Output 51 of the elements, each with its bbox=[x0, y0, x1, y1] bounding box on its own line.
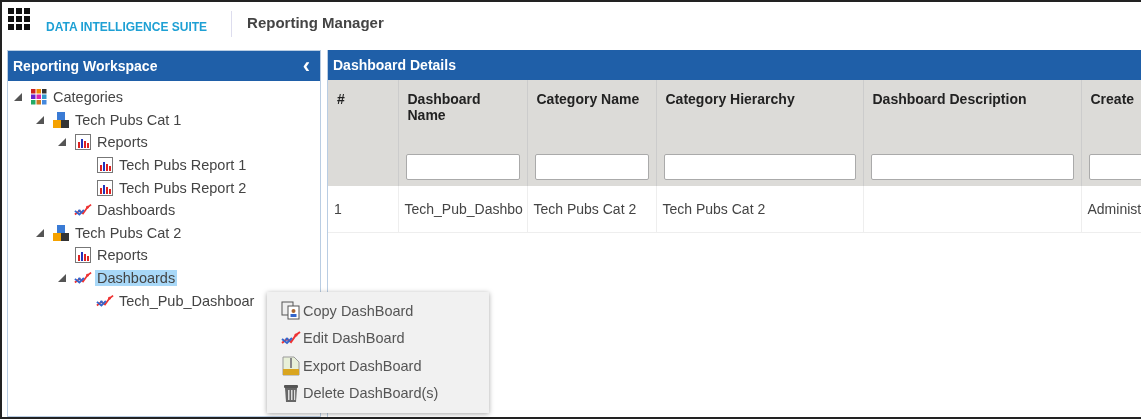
zip-file-icon bbox=[281, 355, 301, 376]
copy-icon bbox=[281, 300, 301, 321]
column-header[interactable]: Create bbox=[1081, 80, 1141, 148]
tree-item[interactable]: Dashboards bbox=[95, 270, 178, 287]
filter-field[interactable] bbox=[405, 154, 520, 180]
tree-item[interactable]: Tech Pubs Report 2 bbox=[117, 179, 249, 196]
tree-item[interactable]: Dashboards bbox=[95, 202, 178, 219]
app-grid-icon[interactable] bbox=[8, 8, 30, 30]
tree-item[interactable]: Reports bbox=[95, 247, 150, 264]
table-cell: Tech Pubs Cat 2 bbox=[533, 201, 637, 217]
table-cell: Tech Pubs Cat 2 bbox=[662, 201, 766, 217]
color-grid-icon bbox=[30, 88, 48, 107]
trash-icon bbox=[281, 383, 301, 404]
blocks-icon bbox=[52, 223, 70, 242]
column-header[interactable]: Dashboard Description bbox=[863, 80, 1081, 148]
column-header[interactable]: # bbox=[328, 80, 398, 148]
suite-name: DATA INTELLIGENCE SUITE bbox=[46, 20, 208, 34]
panel-title: Dashboard Details bbox=[333, 57, 456, 73]
menu-item[interactable]: Edit DashBoard bbox=[267, 324, 489, 352]
column-header[interactable]: Dashboard Name bbox=[398, 80, 527, 148]
tree-item[interactable]: Reports bbox=[95, 134, 150, 151]
table-cell: Tech_Pub_Dashbo bbox=[404, 201, 523, 217]
panel-title: Reporting Workspace bbox=[13, 58, 158, 74]
module-title: Reporting Manager bbox=[247, 13, 384, 31]
collapse-button[interactable]: ‹ bbox=[302, 55, 310, 77]
menu-item[interactable]: Delete DashBoard(s) bbox=[267, 379, 489, 407]
column-header[interactable]: Category Name bbox=[527, 80, 656, 148]
tree-item[interactable]: Tech_Pub_Dashboar bbox=[117, 292, 257, 309]
report-icon bbox=[96, 156, 114, 175]
menu-item[interactable]: Export DashBoard bbox=[267, 352, 489, 380]
report-icon bbox=[96, 178, 114, 197]
filter-field[interactable] bbox=[870, 154, 1074, 180]
table-cell: Administ bbox=[1087, 201, 1141, 217]
expand-arrow-icon[interactable] bbox=[58, 274, 66, 283]
tree-item[interactable]: Tech Pubs Cat 1 bbox=[73, 111, 184, 128]
filter-field[interactable] bbox=[1088, 154, 1141, 180]
report-icon bbox=[74, 133, 92, 152]
table-cell: 1 bbox=[334, 201, 342, 217]
filter-field[interactable] bbox=[534, 154, 649, 180]
tree-item[interactable]: Tech Pubs Report 1 bbox=[117, 157, 249, 174]
expand-arrow-icon[interactable] bbox=[14, 93, 22, 102]
filter-field[interactable] bbox=[663, 154, 856, 180]
expand-arrow-icon[interactable] bbox=[36, 228, 44, 237]
tree-item[interactable]: Categories bbox=[51, 89, 126, 106]
blocks-icon bbox=[52, 110, 70, 129]
menu-item[interactable]: Copy DashBoard bbox=[267, 297, 489, 325]
report-icon bbox=[74, 246, 92, 265]
expand-arrow-icon[interactable] bbox=[36, 115, 44, 124]
expand-arrow-icon[interactable] bbox=[58, 138, 66, 147]
tree-item[interactable]: Tech Pubs Cat 2 bbox=[73, 224, 184, 241]
column-header[interactable]: Category Hierarchy bbox=[656, 80, 863, 148]
